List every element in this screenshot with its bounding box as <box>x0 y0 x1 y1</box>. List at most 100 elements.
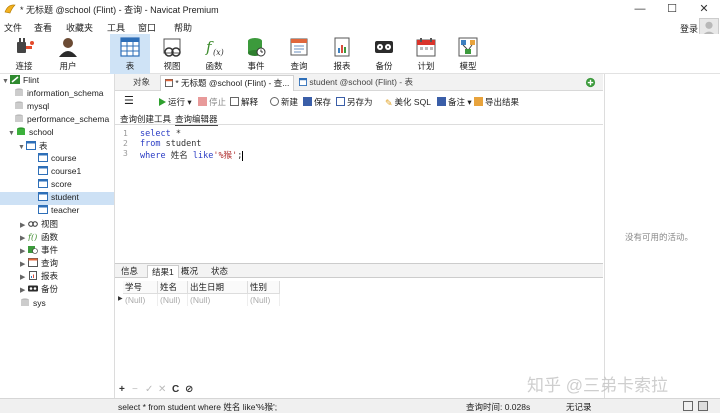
table-cell[interactable]: (Null) <box>248 294 280 306</box>
export-result-button[interactable]: 导出结果 <box>474 96 519 108</box>
tree-group-events[interactable]: ▶ 事件 <box>20 244 58 257</box>
toolbar-query-button[interactable]: 查询 <box>279 34 319 74</box>
query-icon <box>28 258 38 267</box>
tree-group-queries[interactable]: ▶ 查询 <box>20 257 58 270</box>
tab-untitled-query[interactable]: * 无标题 @school (Flint) - 查... <box>160 75 295 91</box>
discard-changes-button[interactable]: ✕ <box>158 384 166 395</box>
tree-group-backups[interactable]: ▶ 备份 <box>20 283 58 296</box>
menu-favorites[interactable]: 收藏夹 <box>66 21 93 34</box>
toolbar-function-button[interactable]: f (x) 函数 <box>194 34 234 74</box>
menu-help[interactable]: 帮助 <box>174 21 192 34</box>
new-button[interactable]: 新建 <box>270 96 298 108</box>
tree-table-score[interactable]: score <box>38 179 72 192</box>
tree-group-functions[interactable]: ▶ f() 函数 <box>20 231 58 244</box>
tab-info[interactable]: 信息 <box>117 265 142 278</box>
stop-loading-button[interactable]: ⊘ <box>185 384 193 395</box>
tab-query-builder[interactable]: 查询创建工具 <box>120 113 171 125</box>
note-button[interactable]: 备注 ▾ <box>437 96 472 108</box>
table-icon <box>38 192 48 201</box>
tree-table-course1[interactable]: course1 <box>38 166 81 179</box>
save-button[interactable]: 保存 <box>303 96 331 108</box>
collapse-arrow-icon[interactable]: ▼ <box>18 144 26 151</box>
tab-student-table[interactable]: student @school (Flint) - 表 <box>295 75 417 91</box>
run-button[interactable]: 运行 ▾ <box>159 96 192 108</box>
expand-arrow-icon[interactable]: ▶ <box>20 234 28 242</box>
tab-status[interactable]: 状态 <box>207 265 232 278</box>
column-header[interactable]: 姓名 <box>158 281 188 294</box>
column-header[interactable]: 性别 <box>248 281 280 294</box>
add-tab-icon[interactable] <box>585 77 596 88</box>
tree-label: Flint <box>23 75 40 85</box>
table-icon <box>38 205 48 214</box>
toolbar-label: 连接 <box>15 61 33 71</box>
expand-arrow-icon[interactable]: ▶ <box>20 286 28 294</box>
export-icon <box>474 97 483 106</box>
form-view-icon[interactable] <box>698 401 708 411</box>
table-cell[interactable]: (Null) <box>123 294 158 306</box>
toolbar-connect-button[interactable]: 连接 <box>4 34 44 74</box>
sql-editor[interactable]: 1 2 3 select * from student where 姓名 lik… <box>115 126 603 263</box>
toolbar-view-button[interactable]: 视图 <box>152 34 192 74</box>
expand-arrow-icon[interactable]: ▶ <box>20 221 28 229</box>
apply-changes-button[interactable]: ✓ <box>145 384 153 395</box>
toolbar-model-button[interactable]: 模型 <box>448 34 488 74</box>
toolbar-event-button[interactable]: 事件 <box>236 34 276 74</box>
refresh-button[interactable]: C <box>172 384 179 395</box>
grid-view-icon[interactable] <box>683 401 693 411</box>
database-icon <box>15 114 23 122</box>
menu-tools[interactable]: 工具 <box>107 21 125 34</box>
minimize-button[interactable]: — <box>625 0 655 18</box>
stop-button[interactable]: 停止 <box>198 96 226 108</box>
tree-table-teacher[interactable]: teacher <box>38 205 79 218</box>
expand-arrow-icon[interactable]: ▶ <box>20 260 28 268</box>
menu-window[interactable]: 窗口 <box>138 21 156 34</box>
column-header[interactable]: 出生日期 <box>188 281 248 294</box>
column-header[interactable]: 学号 <box>123 281 158 294</box>
toolbar-report-button[interactable]: 报表 <box>322 34 362 74</box>
menu-file[interactable]: 文件 <box>4 21 22 34</box>
tree-label: score <box>51 179 72 189</box>
close-button[interactable]: ✕ <box>689 0 719 18</box>
explain-label: 解释 <box>241 97 259 107</box>
expand-arrow-icon[interactable]: ▶ <box>20 247 28 255</box>
tree-db-mysql[interactable]: mysql <box>14 101 49 114</box>
toolbar-backup-button[interactable]: 备份 <box>364 34 404 74</box>
tree-table-course[interactable]: course <box>38 153 77 166</box>
tree-db-performance-schema[interactable]: performance_schema <box>14 114 109 127</box>
tab-result1[interactable]: 结果1 <box>147 265 179 278</box>
explain-button[interactable]: 解释 <box>230 96 258 108</box>
tab-query-editor[interactable]: 查询编辑器 <box>175 113 218 126</box>
tab-profile[interactable]: 概况 <box>177 265 202 278</box>
toolbar-user-button[interactable]: 用户 <box>48 34 88 74</box>
toolbar-schedule-button[interactable]: 计划 <box>406 34 446 74</box>
menu-hamburger-icon[interactable]: ☰ <box>124 94 134 107</box>
result-grid[interactable]: 学号 姓名 出生日期 性别 ▶ (Null) (Null) (Null) (Nu… <box>115 278 603 383</box>
toolbar-label: 视图 <box>163 61 181 71</box>
note-icon <box>437 97 446 106</box>
tree-table-student[interactable]: student <box>0 192 114 205</box>
tree-group-tables[interactable]: ▼ 表 <box>18 140 48 153</box>
save-as-button[interactable]: 另存为 <box>336 96 373 108</box>
collapse-arrow-icon[interactable]: ▼ <box>2 78 10 85</box>
tree-connection-flint[interactable]: ▼ Flint <box>2 75 39 88</box>
tree-db-school[interactable]: ▼ school <box>8 127 54 140</box>
export-label: 导出结果 <box>485 97 520 107</box>
expand-arrow-icon[interactable]: ▶ <box>20 273 28 281</box>
table-cell[interactable]: (Null) <box>188 294 248 306</box>
table-cell[interactable]: (Null) <box>158 294 188 306</box>
query-mode-tabs: 查询创建工具 查询编辑器 <box>115 112 603 126</box>
tree-group-views[interactable]: ▶ 视图 <box>20 218 58 231</box>
database-icon <box>21 298 29 306</box>
toolbar-table-button[interactable]: 表 <box>110 34 150 74</box>
maximize-button[interactable]: ☐ <box>657 0 687 18</box>
collapse-arrow-icon[interactable]: ▼ <box>8 130 16 137</box>
menu-view[interactable]: 查看 <box>34 21 52 34</box>
add-record-button[interactable]: + <box>119 384 125 395</box>
tree-db-sys[interactable]: sys <box>20 298 46 311</box>
tree-label: course1 <box>51 166 82 176</box>
tab-objects[interactable]: 对象 <box>129 75 154 91</box>
delete-record-button[interactable]: − <box>132 384 138 395</box>
beautify-sql-button[interactable]: ✎ 美化 SQL <box>385 96 431 108</box>
tree-group-reports[interactable]: ▶ 报表 <box>20 270 58 283</box>
tree-db-information-schema[interactable]: information_schema <box>14 88 104 101</box>
